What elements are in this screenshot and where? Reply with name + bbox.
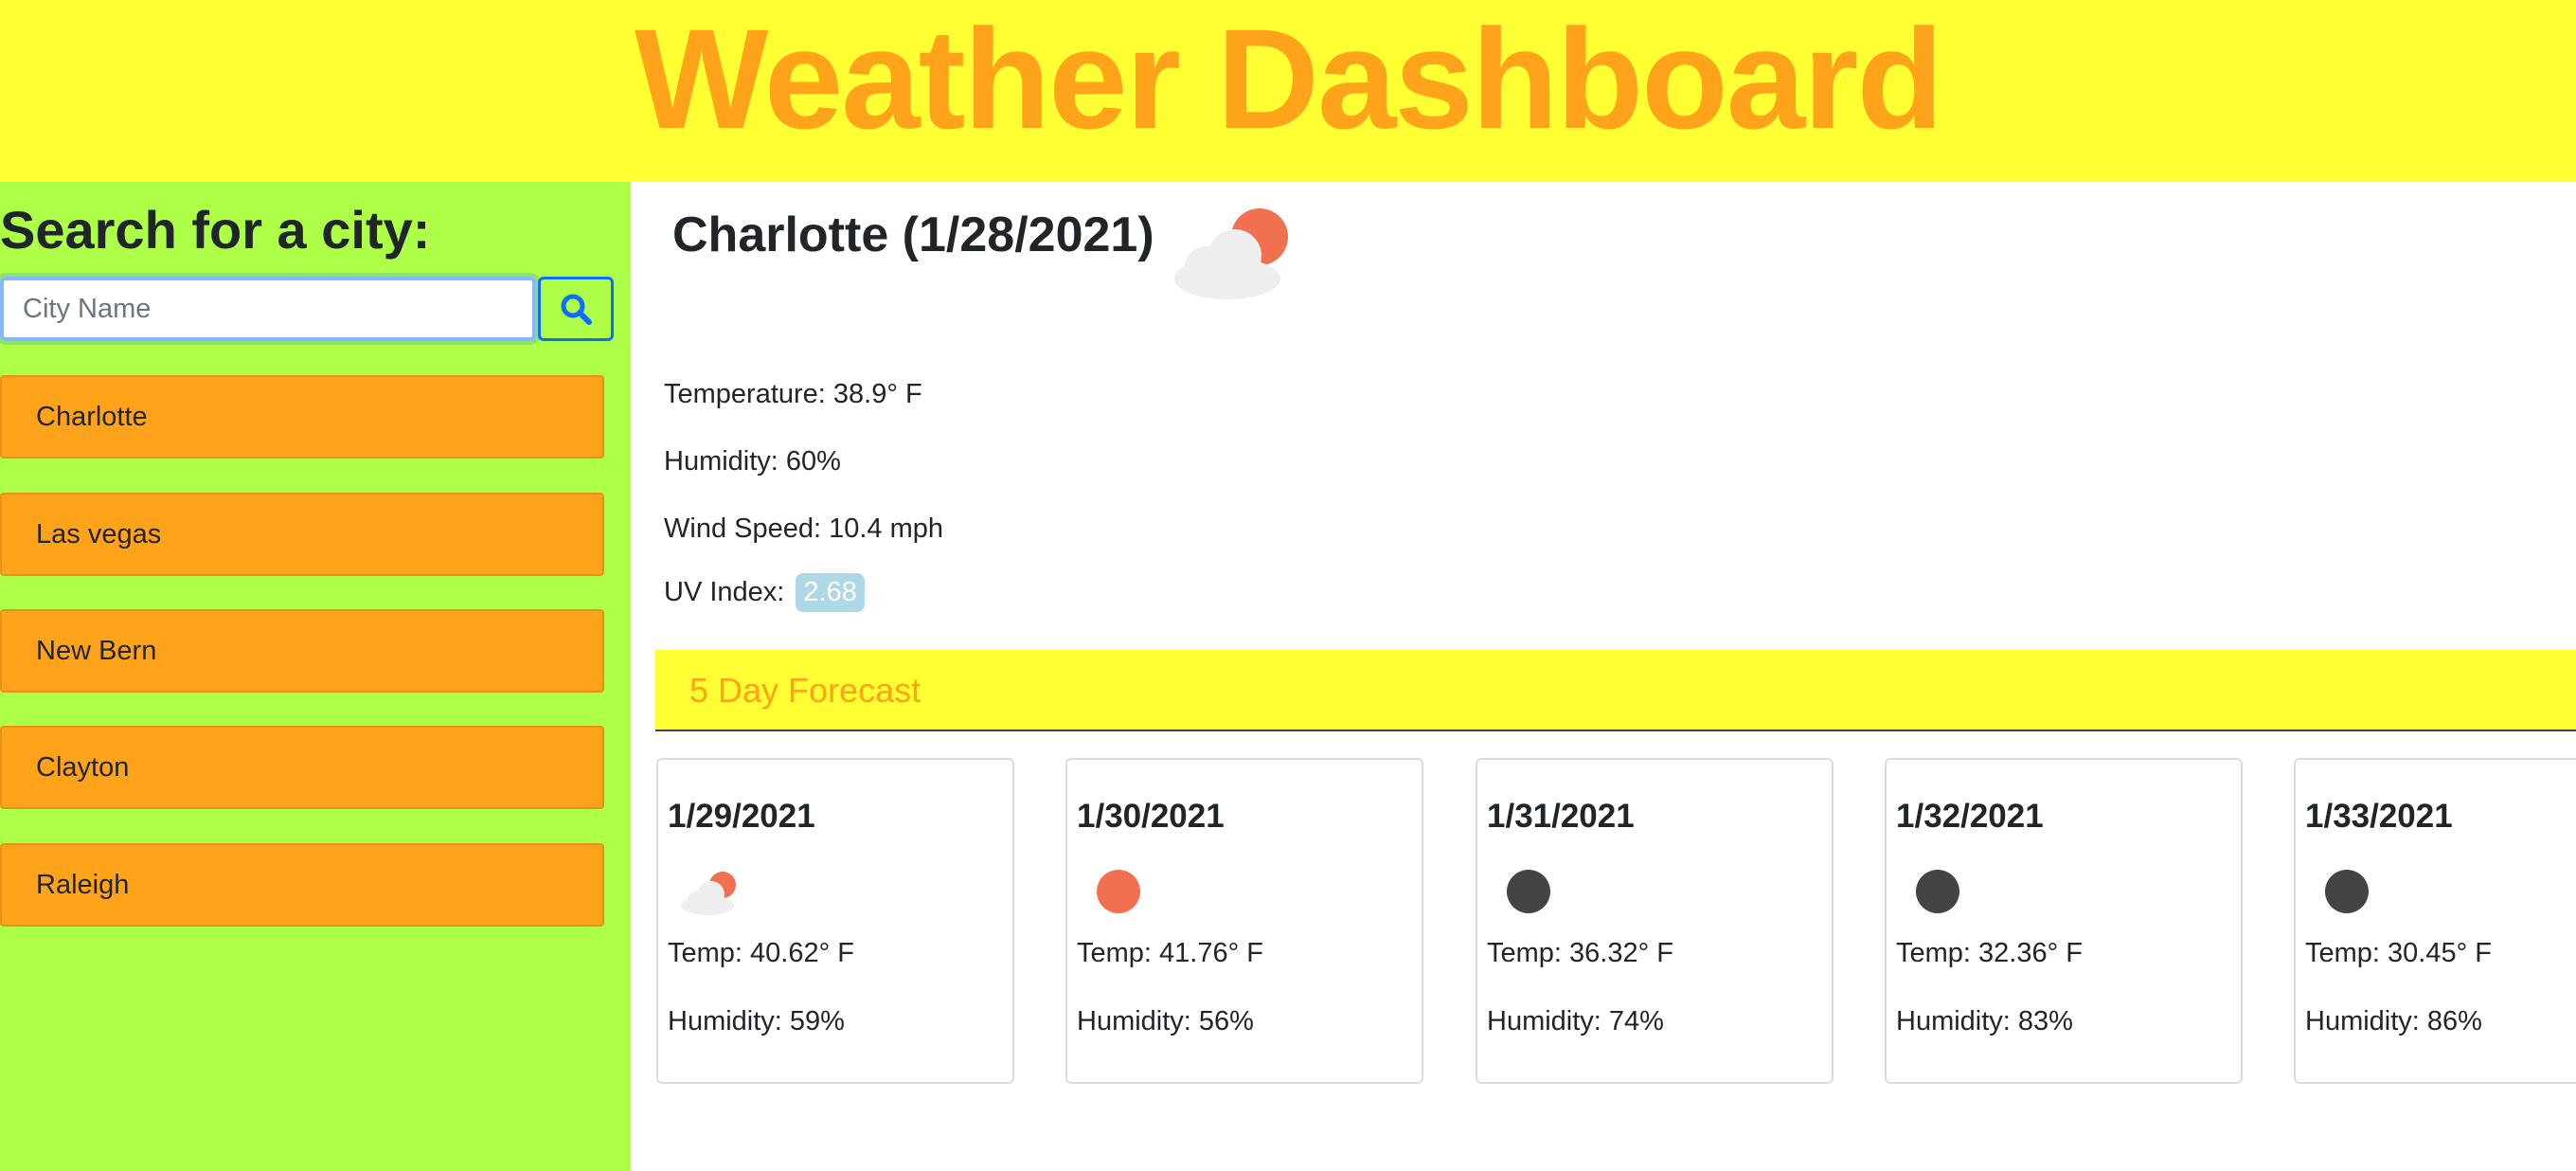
partly-cloudy-icon xyxy=(681,872,736,915)
forecast-date: 1/29/2021 xyxy=(668,798,815,835)
forecast-humidity: Humidity: 74% xyxy=(1487,1006,1664,1036)
moon-icon xyxy=(1507,870,1550,913)
uv-label: UV Index: xyxy=(664,577,785,607)
forecast-date: 1/30/2021 xyxy=(1077,798,1225,835)
history-city-button[interactable]: Clayton xyxy=(0,726,604,809)
page-title: Weather Dashboard xyxy=(634,0,1943,158)
search-heading: Search for a city: xyxy=(0,200,431,260)
forecast-temp: Temp: 40.62° F xyxy=(668,938,854,968)
forecast-humidity: Humidity: 59% xyxy=(668,1006,845,1036)
current-humidity: Humidity: 60% xyxy=(664,446,841,477)
uv-badge: 2.68 xyxy=(796,573,865,612)
main-panel: Charlotte (1/28/2021) Temperature: 38.9°… xyxy=(631,182,2576,1171)
forecast-temp: Temp: 30.45° F xyxy=(2305,938,2492,968)
forecast-card: 1/30/2021 Temp: 41.76° F Humidity: 56% xyxy=(1065,758,1423,1084)
forecast-humidity: Humidity: 83% xyxy=(1896,1006,2073,1036)
forecast-date: 1/33/2021 xyxy=(2305,798,2453,835)
city-search-input[interactable] xyxy=(0,277,536,341)
forecast-card: 1/29/2021 Temp: 40.62° F Humidity: 59% xyxy=(656,758,1014,1084)
moon-icon xyxy=(1916,870,1959,913)
partly-cloudy-icon xyxy=(1174,208,1288,299)
header-banner: Weather Dashboard xyxy=(0,0,2576,182)
history-city-button[interactable]: New Bern xyxy=(0,609,604,693)
forecast-date: 1/31/2021 xyxy=(1487,798,1635,835)
forecast-date: 1/32/2021 xyxy=(1896,798,2044,835)
forecast-heading: 5 Day Forecast xyxy=(689,671,921,710)
forecast-banner: 5 Day Forecast xyxy=(655,650,2576,731)
history-city-button[interactable]: Las vegas xyxy=(0,493,604,576)
search-row xyxy=(0,277,614,341)
current-wind-speed: Wind Speed: 10.4 mph xyxy=(664,513,944,544)
sun-icon xyxy=(1097,870,1140,913)
forecast-humidity: Humidity: 56% xyxy=(1077,1006,1254,1036)
search-button[interactable] xyxy=(538,277,614,341)
forecast-temp: Temp: 41.76° F xyxy=(1077,938,1263,968)
current-city-title: Charlotte (1/28/2021) xyxy=(672,207,1154,262)
forecast-temp: Temp: 36.32° F xyxy=(1487,938,1673,968)
history-city-button[interactable]: Raleigh xyxy=(0,843,604,927)
current-temperature: Temperature: 38.9° F xyxy=(664,379,922,409)
moon-icon xyxy=(2325,870,2369,913)
forecast-card: 1/32/2021 Temp: 32.36° F Humidity: 83% xyxy=(1885,758,2243,1084)
history-city-button[interactable]: Charlotte xyxy=(0,375,604,459)
forecast-humidity: Humidity: 86% xyxy=(2305,1006,2482,1036)
search-icon xyxy=(561,294,592,325)
forecast-temp: Temp: 32.36° F xyxy=(1896,938,2083,968)
forecast-card: 1/31/2021 Temp: 36.32° F Humidity: 74% xyxy=(1476,758,1834,1084)
forecast-card: 1/33/2021 Temp: 30.45° F Humidity: 86% xyxy=(2294,758,2576,1084)
current-uv-index: UV Index: 2.68 xyxy=(664,573,865,612)
